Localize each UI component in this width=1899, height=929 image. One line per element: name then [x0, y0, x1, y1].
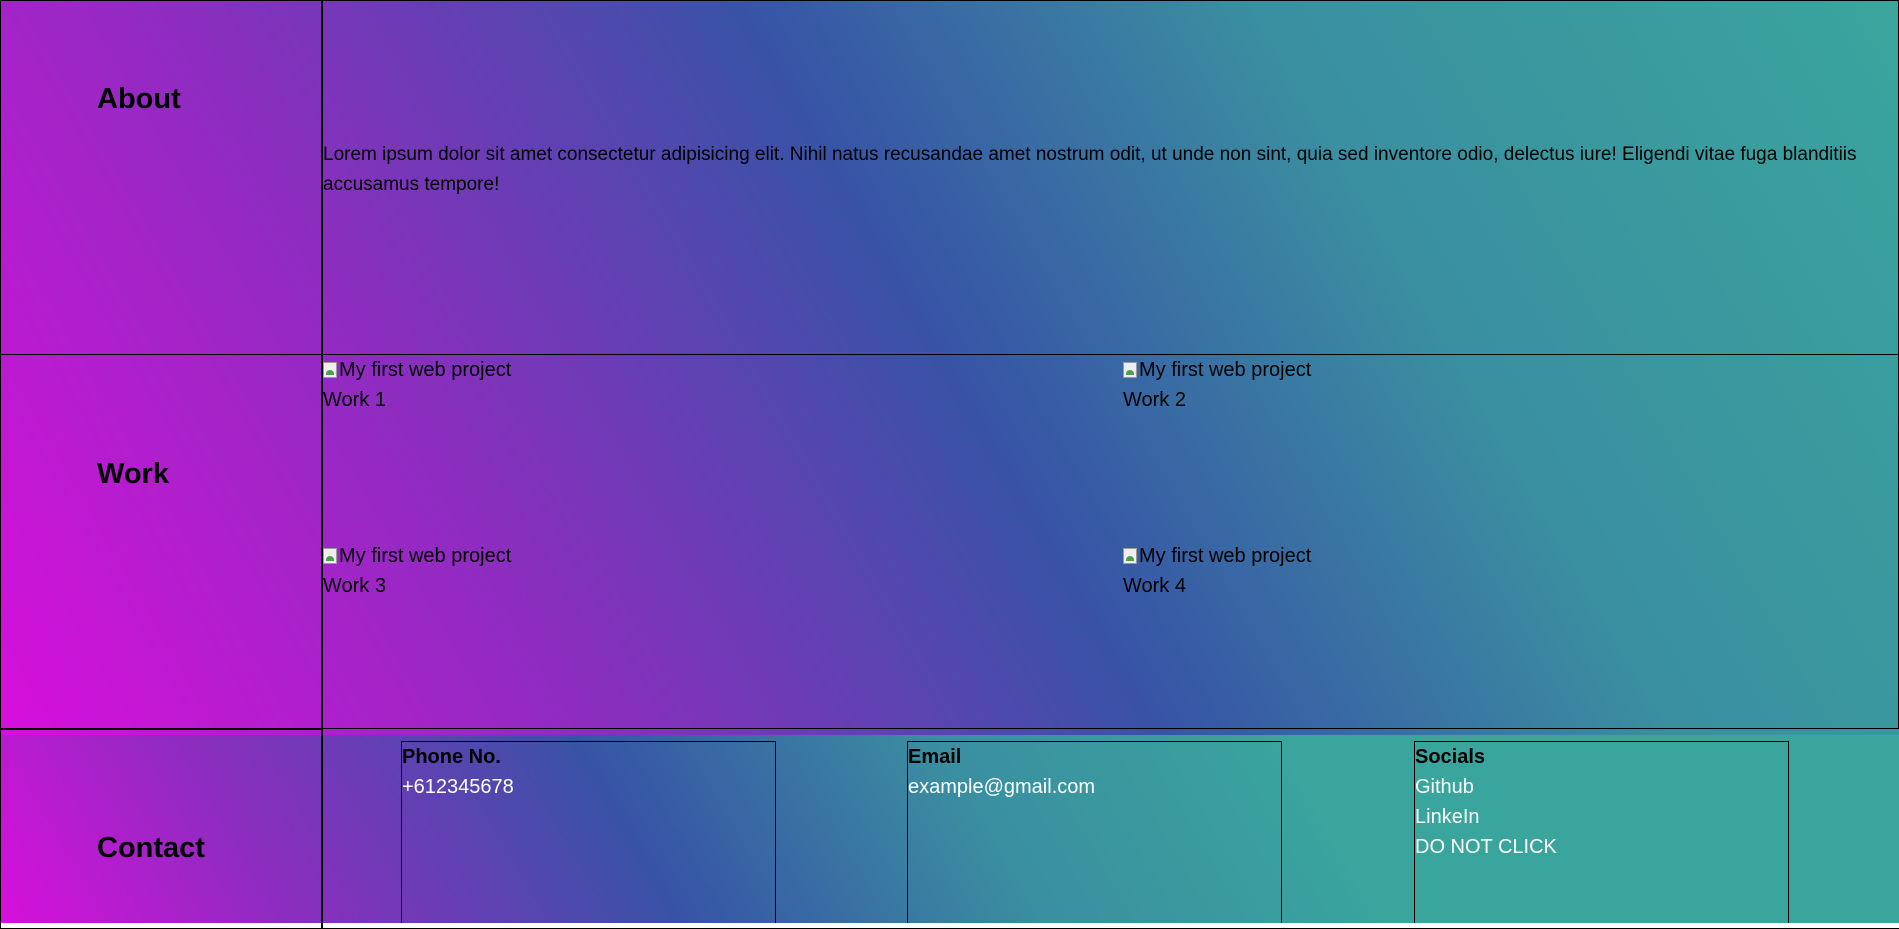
broken-image-icon	[323, 362, 337, 378]
work-card-3[interactable]: My first web project Work 3	[323, 541, 511, 601]
socials-title: Socials	[1415, 746, 1486, 768]
project-image[interactable]: My first web project	[1123, 541, 1311, 571]
about-heading: About	[97, 83, 181, 115]
about-text: Lorem ipsum dolor sit amet consectetur a…	[323, 144, 1857, 195]
about-content: Lorem ipsum dolor sit amet consectetur a…	[322, 0, 1899, 355]
work-section: Work My first web project Work 1 My firs…	[0, 354, 1899, 729]
project-image-alt: My first web project	[1139, 359, 1312, 381]
about-section: About Lorem ipsum dolor sit amet consect…	[0, 0, 1899, 355]
broken-image-icon	[323, 548, 337, 564]
socials-card: Socials Github LinkeIn DO NOT CLICK	[1414, 741, 1789, 923]
work-label: Work 2	[1123, 389, 1186, 411]
project-image-alt: My first web project	[339, 545, 512, 567]
work-label: Work 1	[323, 389, 386, 411]
work-sidebar: Work	[0, 354, 322, 729]
work-card-4[interactable]: My first web project Work 4	[1123, 541, 1311, 601]
contact-heading: Contact	[97, 832, 205, 864]
about-sidebar: About	[0, 0, 322, 355]
linkedin-link[interactable]: LinkeIn	[1415, 802, 1788, 832]
phone-number[interactable]: +612345678	[402, 772, 775, 802]
project-image-alt: My first web project	[339, 359, 512, 381]
work-card-2[interactable]: My first web project Work 2	[1123, 355, 1311, 415]
work-card-1[interactable]: My first web project Work 1	[323, 355, 511, 415]
work-grid: My first web project Work 1 My first web…	[322, 354, 1899, 729]
broken-image-icon	[1123, 548, 1137, 564]
phone-card: Phone No. +612345678	[401, 741, 776, 923]
work-label: Work 3	[323, 575, 386, 597]
email-title: Email	[908, 746, 962, 768]
phone-title: Phone No.	[402, 746, 501, 768]
project-image[interactable]: My first web project	[323, 541, 511, 571]
project-image-alt: My first web project	[1139, 545, 1312, 567]
github-link[interactable]: Github	[1415, 772, 1788, 802]
work-heading: Work	[97, 458, 169, 490]
email-address[interactable]: example@gmail.com	[908, 772, 1281, 802]
do-not-click-link[interactable]: DO NOT CLICK	[1415, 832, 1788, 862]
contact-sidebar: Contact	[0, 729, 322, 929]
project-image[interactable]: My first web project	[323, 355, 511, 385]
email-card: Email example@gmail.com	[907, 741, 1282, 923]
work-label: Work 4	[1123, 575, 1186, 597]
broken-image-icon	[1123, 362, 1137, 378]
project-image[interactable]: My first web project	[1123, 355, 1311, 385]
